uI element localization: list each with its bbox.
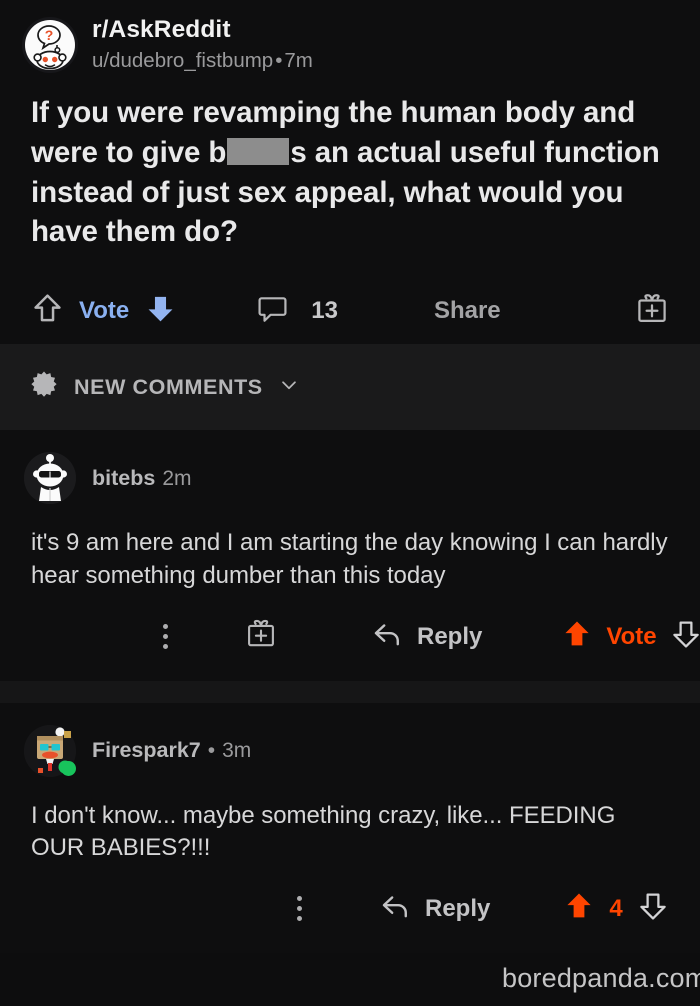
comment-author[interactable]: bitebs [92, 466, 155, 490]
reply-arrow-icon [378, 889, 412, 928]
post-comment-count: 13 [311, 297, 338, 325]
comment-item: Firespark7 • 3m I don't know... maybe some… [0, 702, 700, 953]
post-title[interactable]: If you were revamping the human body and… [0, 75, 700, 253]
comment-gift-button[interactable] [244, 617, 278, 656]
downvote-arrow-icon[interactable] [669, 617, 700, 656]
reply-arrow-icon [370, 617, 404, 656]
post-vote-label[interactable]: Vote [79, 297, 129, 325]
comment-avatar[interactable] [24, 452, 76, 505]
comment-byline: bitebs 2m [92, 466, 192, 491]
chevron-down-icon[interactable] [278, 374, 300, 401]
comment-vote-label[interactable]: Vote [606, 623, 656, 651]
downvote-arrow-filled-icon[interactable] [143, 291, 178, 331]
post-meta: r/AskReddit u/dudebro_fistbump•7m [92, 16, 313, 75]
downvote-arrow-icon[interactable] [636, 889, 670, 928]
reddit-snoo-question-avatar: ? [25, 20, 75, 71]
upvote-arrow-filled-icon[interactable] [560, 617, 594, 656]
comment-header: Firespark7 • 3m [0, 703, 700, 777]
comment-byline: Firespark7 • 3m [92, 738, 251, 763]
post-container: ? r/AskReddit u/dudebro_fistbump•7m If y… [0, 0, 700, 345]
online-status-dot [61, 760, 76, 776]
new-comments-label: NEW COMMENTS [74, 374, 263, 399]
comment-action-bar: Reply Vote [0, 593, 700, 681]
comment-avatar[interactable] [24, 724, 76, 777]
comment-vote-group: 4 [562, 889, 669, 928]
upvote-arrow-filled-icon[interactable] [562, 889, 596, 928]
gift-plus-icon [634, 291, 670, 332]
comment-overflow-button[interactable] [297, 896, 302, 922]
comment-timestamp: 3m [222, 739, 252, 763]
comment-timestamp: 2m [162, 466, 192, 490]
post-share-label: Share [433, 297, 501, 325]
comment-divider [0, 680, 700, 703]
comment-header: bitebs 2m [0, 430, 700, 505]
post-action-bar: Vote 13 Share [0, 252, 700, 344]
comment-separator: • [207, 739, 216, 763]
post-author[interactable]: u/dudebro_fistbump [92, 49, 273, 72]
post-byline: u/dudebro_fistbump•7m [92, 47, 313, 75]
upvote-arrow-icon[interactable] [30, 291, 65, 331]
post-timestamp: 7m [284, 48, 313, 72]
gift-plus-icon [244, 617, 278, 656]
subreddit-avatar[interactable]: ? [22, 17, 78, 74]
snoo-sunglasses-avatar [24, 452, 76, 505]
reddit-post-screen: ? r/AskReddit u/dudebro_fistbump•7m If y… [0, 0, 700, 1006]
comment-author[interactable]: Firespark7 [92, 738, 201, 762]
comment-body: it's 9 am here and I am starting the day… [31, 529, 668, 590]
post-header: ? r/AskReddit u/dudebro_fistbump•7m [0, 10, 700, 75]
redaction-block [227, 137, 290, 165]
post-gift-button[interactable] [634, 291, 670, 332]
post-comments-group[interactable]: 13 [256, 292, 338, 330]
comment-vote-count: 4 [609, 894, 623, 922]
sparkle-burst-icon [29, 370, 59, 405]
comment-vote-group: Vote [560, 617, 700, 656]
new-comments-bar[interactable]: NEW COMMENTS [0, 344, 700, 431]
comment-item: bitebs 2m it's 9 am here and I am startin… [0, 430, 700, 681]
overflow-dots-icon [163, 624, 168, 650]
comment-reply-label: Reply [417, 622, 483, 650]
byline-separator: • [275, 48, 283, 72]
comment-reply-button[interactable]: Reply [378, 889, 490, 928]
comment-bubble-icon [256, 292, 289, 330]
comment-reply-label: Reply [425, 894, 491, 922]
comment-reply-button[interactable]: Reply [370, 617, 482, 656]
comment-action-bar: Reply 4 [0, 865, 700, 953]
watermark: boredpanda.com [502, 963, 700, 993]
post-share-button[interactable]: Share [434, 297, 501, 325]
subreddit-name[interactable]: r/AskReddit [92, 16, 313, 45]
comment-overflow-button[interactable] [163, 624, 168, 650]
overflow-dots-icon [297, 896, 302, 922]
post-vote-group: Vote [30, 291, 178, 331]
comment-body: I don't know... maybe something crazy, l… [31, 801, 616, 862]
svg-text:?: ? [45, 27, 54, 43]
